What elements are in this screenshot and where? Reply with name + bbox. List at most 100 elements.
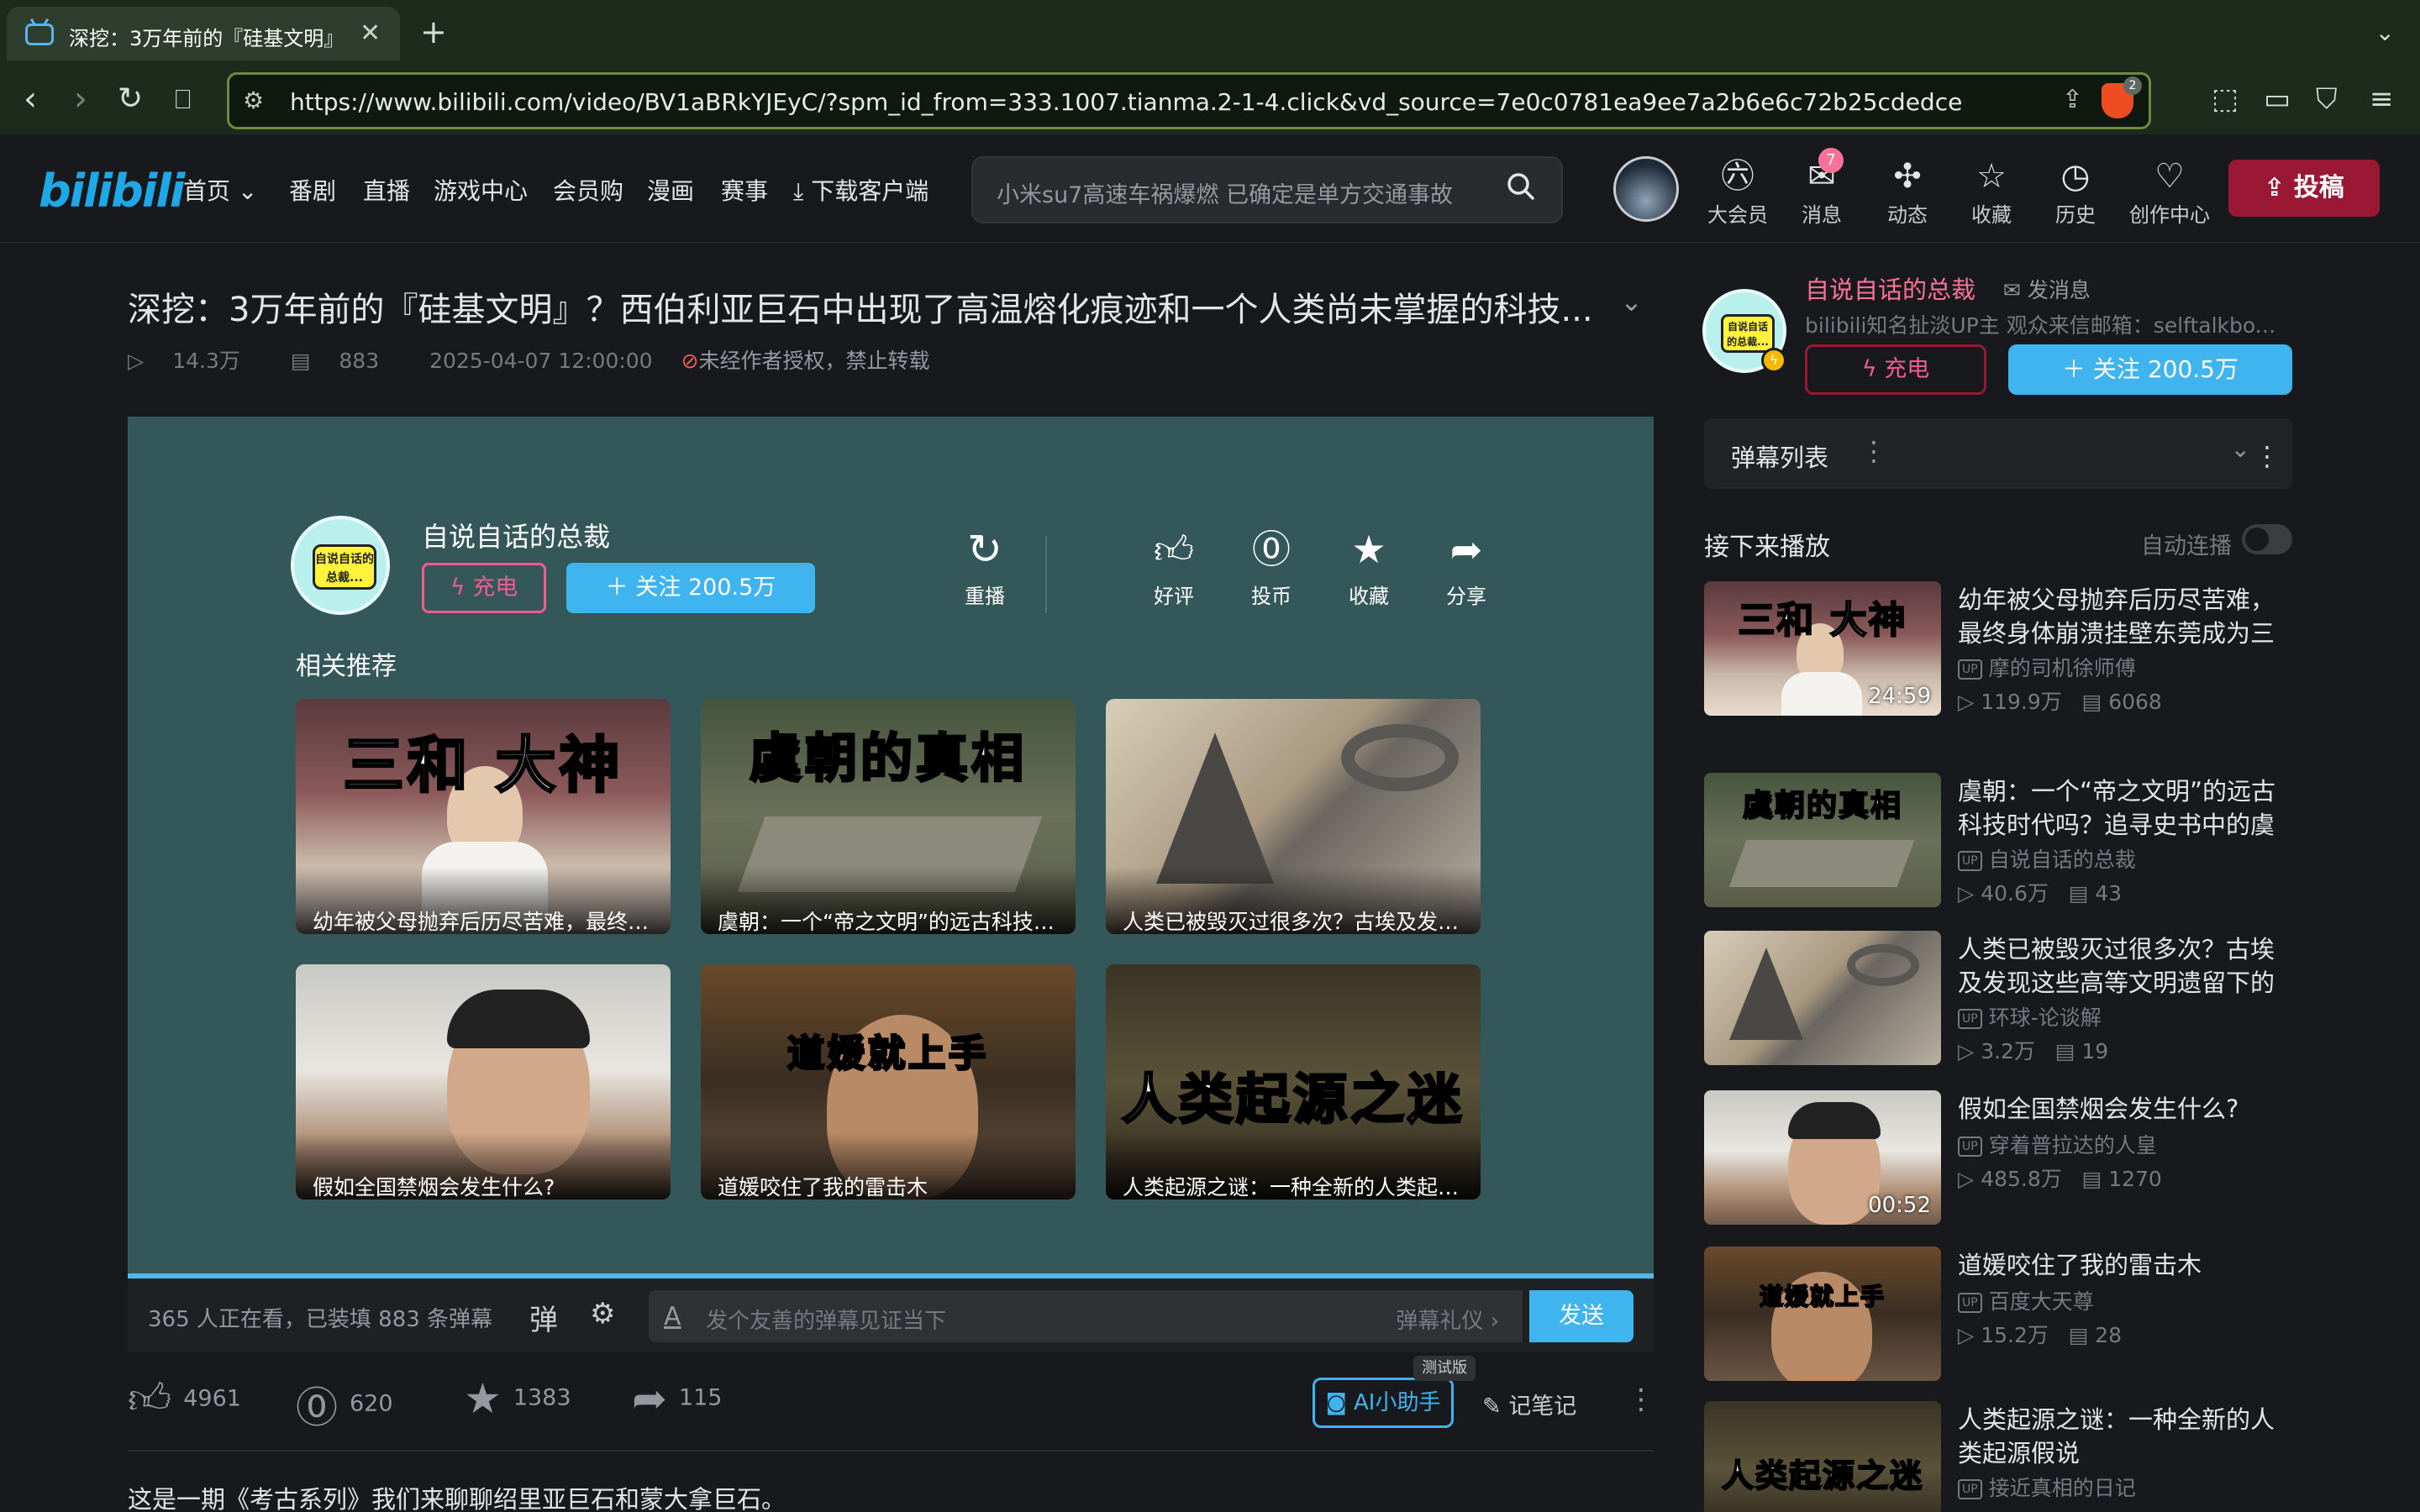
nav-live[interactable]: 直播 (363, 173, 410, 207)
video-thumbnail[interactable]: 道媛就上手 (1704, 1247, 1941, 1381)
video-thumbnail[interactable]: 三和 大神 24:59 (1704, 581, 1941, 716)
favorites-button[interactable]: ☆ 收藏 (1958, 158, 2025, 228)
video-thumbnail[interactable] (1704, 931, 1941, 1065)
danmaku-etiquette-link[interactable]: 弹幕礼仪 › (1396, 1304, 1499, 1335)
related-card[interactable]: 假如全国禁烟会发生什么? (296, 964, 671, 1200)
related-card[interactable]: 道媛就上手 道媛咬住了我的雷击木 (701, 964, 1076, 1200)
sidebar-uploader-name[interactable]: 自说自话的总裁 (1805, 270, 1975, 306)
nav-mall[interactable]: 会员购 (553, 173, 623, 207)
coin-button[interactable]: ⓪ 620 (296, 1374, 393, 1435)
new-tab-icon[interactable]: + (420, 13, 447, 50)
video-thumbnail[interactable]: 00:52 (1704, 1090, 1941, 1225)
related-card[interactable]: 人类已被毁灭过很多次？古埃及发现这些高等文明遗留下... (1106, 699, 1481, 934)
vip-button[interactable]: ㊅大会员 (1704, 158, 1771, 228)
danmaku-list-options-icon[interactable]: ⋮ (1860, 435, 1887, 467)
nav-home[interactable]: 首页 ⌄ (183, 173, 257, 207)
video-uploader[interactable]: UP 环球-论谈解 (1958, 1001, 2102, 1032)
expand-title-chevron-icon[interactable]: ⌄ (1620, 286, 1643, 318)
reload-icon[interactable]: ↻ (118, 81, 143, 118)
upload-button[interactable]: ⇪ 投稿 (2228, 160, 2380, 217)
up-next-item[interactable]: 人类起源之迷 人类起源之谜：一种全新的人类起源假说 UP 接近真相的日记 (1704, 1401, 2292, 1512)
player-coin-button[interactable]: ⓪ 投币 (1225, 526, 1318, 609)
uploader-name[interactable]: 自说自话的总裁 (422, 516, 610, 554)
danmaku-toggle-icon[interactable]: 弹 (529, 1297, 558, 1338)
brave-shields-icon[interactable]: 2 (2102, 76, 2142, 118)
video-uploader[interactable]: UP 穿着普拉达的人皇 (1958, 1129, 2157, 1159)
nav-game-center[interactable]: 游戏中心 (434, 173, 528, 207)
video-uploader[interactable]: UP 摩的司机徐师傅 (1958, 652, 2136, 682)
related-card[interactable]: 人类起源之迷 人类起源之谜：一种全新的人类起源假说 (1106, 964, 1481, 1200)
video-title[interactable]: 虞朝：一个“帝之文明”的远古科技时代吗？追寻史书中的虞朝 (1958, 774, 2292, 842)
nav-manga[interactable]: 漫画 (647, 173, 694, 207)
video-title[interactable]: 道媛咬住了我的雷击木 (1958, 1248, 2292, 1282)
menu-icon[interactable]: ≡ (2370, 82, 2394, 116)
sidebar-uploader-avatar[interactable]: 自说自话的总裁... ϟ (1702, 289, 1786, 373)
user-avatar[interactable] (1613, 156, 1679, 222)
bilibili-logo[interactable]: bilibili (39, 165, 185, 218)
back-icon[interactable]: ‹ (24, 81, 37, 118)
danmaku-input[interactable]: A 发个友善的弹幕见证当下 弹幕礼仪 › (649, 1290, 1523, 1342)
dynamic-button[interactable]: ✣ 动态 (1874, 158, 1941, 228)
creator-center-button[interactable]: ♡ 创作中心 (2126, 158, 2213, 228)
tab-list-chevron-icon[interactable]: ⌄ (2375, 18, 2395, 46)
video-uploader[interactable]: UP 百度大天尊 (1958, 1285, 2094, 1315)
share-icon[interactable]: ⇪ (2062, 85, 2083, 114)
send-message-link[interactable]: ✉ 发消息 (2003, 274, 2091, 304)
url-text[interactable]: https://www.bilibili.com/video/BV1aBRkYJ… (290, 88, 2021, 116)
player-like-button[interactable]: 👍︎ 好评 (1128, 526, 1220, 609)
video-title[interactable]: 人类已被毁灭过很多次？古埃及发现这些高等文明遗留下的痕迹 (1958, 932, 2292, 1000)
video-title[interactable]: 人类起源之谜：一种全新的人类起源假说 (1958, 1403, 2292, 1470)
close-tab-icon[interactable]: ✕ (360, 18, 381, 48)
forward-icon[interactable]: › (74, 81, 87, 118)
video-uploader[interactable]: UP 接近真相的日记 (1958, 1472, 2136, 1502)
replay-button[interactable]: ↻ 重播 (934, 526, 1035, 609)
related-card[interactable]: 虞朝的真相 虞朝：一个“帝之文明”的远古科技时代吗？追寻史书中的... (701, 699, 1076, 934)
autoplay-toggle[interactable] (2242, 524, 2292, 554)
danmaku-list-panel[interactable]: 弹幕列表 ⋮ ⌄ ⋮ (1704, 418, 2292, 489)
video-thumbnail[interactable]: 人类起源之迷 (1704, 1401, 1941, 1512)
extensions-icon[interactable]: ⬚ (2212, 82, 2238, 116)
video-thumbnail[interactable]: 虞朝的真相 (1704, 773, 1941, 907)
danmaku-settings-icon[interactable]: ⚙ (590, 1297, 615, 1331)
sidebar-follow-button[interactable]: ＋ 关注 200.5万 (2008, 344, 2292, 395)
danmaku-send-button[interactable]: 发送 (1529, 1290, 1634, 1342)
danmaku-placeholder[interactable]: 发个友善的弹幕见证当下 (706, 1304, 946, 1335)
search-icon[interactable] (1504, 170, 1538, 203)
chevron-down-icon[interactable]: ⌄ (2231, 435, 2250, 463)
charge-button[interactable]: ϟ 充电 (422, 563, 546, 613)
danmaku-style-icon[interactable]: A (664, 1302, 681, 1331)
up-next-item[interactable]: 人类已被毁灭过很多次？古埃及发现这些高等文明遗留下的痕迹 UP环球-论谈解 ▷ … (1704, 931, 2292, 1065)
history-button[interactable]: ◷ 历史 (2042, 158, 2109, 228)
nav-anime[interactable]: 番剧 (289, 173, 336, 207)
video-title[interactable]: 假如全国禁烟会发生什么? (1958, 1092, 2292, 1126)
player-favorite-button[interactable]: ★ 收藏 (1323, 526, 1415, 609)
up-next-item[interactable]: 00:52 假如全国禁烟会发生什么? UP 穿着普拉达的人皇 ▷ 485.8万 ▤… (1704, 1090, 2292, 1225)
follow-button[interactable]: ＋ 关注 200.5万 (566, 563, 815, 613)
up-next-item[interactable]: 虞朝的真相 虞朝：一个“帝之文明”的远古科技时代吗？追寻史书中的虞朝 UP自说自… (1704, 773, 2292, 907)
up-next-item[interactable]: 三和 大神 24:59 幼年被父母抛弃后历尽苦难，最终身体崩溃挂壁东莞成为三和大… (1704, 581, 2292, 716)
like-button[interactable]: 👍︎ 4961 (128, 1374, 241, 1425)
vpn-icon[interactable]: ⛉ (2316, 82, 2338, 116)
take-notes-button[interactable]: ✎ 记笔记 (1482, 1388, 1576, 1420)
favorite-button[interactable]: ★ 1383 (464, 1374, 571, 1423)
ai-assistant-button[interactable]: ◙ AI小助手 (1313, 1378, 1454, 1428)
video-player-end-screen[interactable]: 自说自话的总裁... 自说自话的总裁 ϟ 充电 ＋ 关注 200.5万 ↻ 重播 … (128, 417, 1654, 1277)
nav-download-client[interactable]: ⤓ 下载客户端 (793, 173, 929, 207)
more-options-icon[interactable]: ⋮ (1627, 1383, 1655, 1416)
nav-esports[interactable]: 赛事 (721, 173, 768, 207)
related-card[interactable]: 三和 大神 幼年被父母抛弃后历尽苦难，最终身体崩溃挂壁东莞成为... (296, 699, 671, 934)
site-settings-icon[interactable]: ⚙ (243, 87, 264, 114)
wallet-icon[interactable]: ▭ (2264, 82, 2291, 116)
browser-tab[interactable]: 深挖：3万年前的『硅基文明』 ✕ (7, 7, 400, 60)
video-uploader[interactable]: UP 自说自话的总裁 (1958, 843, 2136, 874)
sidebar-charge-button[interactable]: ϟ 充电 (1805, 344, 1986, 395)
player-share-button[interactable]: ➦ 分享 (1420, 526, 1512, 609)
more-options-icon[interactable]: ⋮ (2254, 440, 2281, 472)
uploader-avatar[interactable]: 自说自话的总裁... (291, 516, 390, 615)
bookmark-icon[interactable]: ⎕ (175, 81, 191, 118)
up-next-item[interactable]: 道媛就上手 道媛咬住了我的雷击木 UP 百度大天尊 ▷ 15.2万 ▤ 28 (1704, 1247, 2292, 1381)
video-title[interactable]: 幼年被父母抛弃后历尽苦难，最终身体崩溃挂壁东莞成为三和大神 (1958, 583, 2292, 650)
share-button[interactable]: ➦ 115 (632, 1374, 722, 1423)
address-bar[interactable]: ⚙ https://www.bilibili.com/video/BV1aBRk… (227, 72, 2151, 129)
search-box[interactable]: 小米su7高速车祸爆燃 已确定是单方交通事故 (971, 156, 1563, 223)
